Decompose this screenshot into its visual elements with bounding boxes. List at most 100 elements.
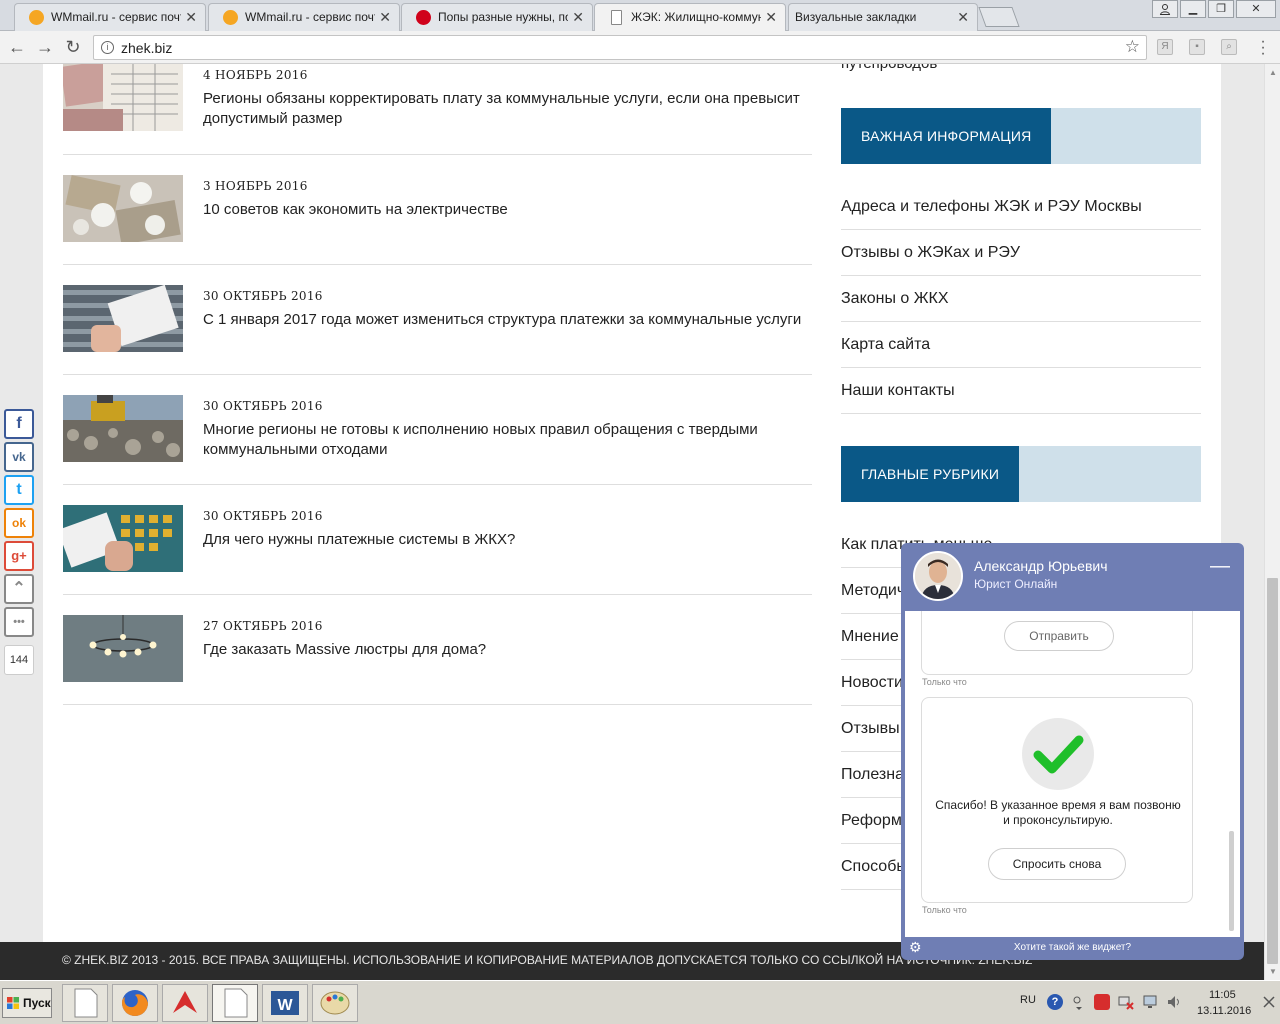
monitor-icon[interactable] — [1142, 994, 1158, 1010]
scroll-down-arrow-icon[interactable]: ▼ — [1269, 967, 1277, 976]
browser-tab[interactable]: WMmail.ru - сервис почтов ✕ — [14, 3, 206, 31]
twitter-icon: t — [16, 481, 22, 498]
chat-messages: Отправить Только что Спасибо! В указанно… — [905, 611, 1240, 937]
thanks-message: Спасибо! В указанное время я вам позвоню… — [935, 798, 1181, 827]
news-title-link[interactable]: 10 советов как экономить на электричеств… — [203, 200, 803, 220]
keyboard-language[interactable]: RU — [1020, 994, 1036, 1006]
chat-scrollbar[interactable] — [1229, 831, 1234, 931]
page-favicon-icon — [611, 10, 622, 25]
help-icon[interactable]: ? — [1047, 994, 1063, 1010]
clock-date[interactable]: 13.11.2016 — [1197, 1005, 1251, 1017]
close-tab-icon[interactable]: ✕ — [765, 9, 777, 26]
vk-share-button[interactable]: vk — [4, 442, 34, 472]
news-item[interactable]: 30 ОКТЯБРЬ 2016 Для чего нужны платежные… — [63, 485, 812, 595]
svg-text:W: W — [277, 997, 293, 1014]
tab-title: ЖЭК: Жилищно-коммунал — [631, 10, 761, 24]
documents-taskbar-icon[interactable] — [62, 984, 108, 1022]
minimize-chat-icon[interactable]: — — [1210, 555, 1230, 578]
news-thumbnail[interactable] — [63, 175, 183, 242]
reload-icon[interactable]: ↻ — [62, 37, 84, 57]
url-text[interactable]: zhek.biz — [121, 40, 172, 56]
tab-title: WMmail.ru - сервис почтов — [245, 10, 375, 24]
paint-taskbar-icon[interactable] — [312, 984, 358, 1022]
tray-expand-icon[interactable] — [1262, 995, 1276, 1009]
new-tab-button[interactable] — [978, 7, 1020, 27]
browser-tab[interactable]: Визуальные закладки ✕ — [788, 3, 978, 31]
news-thumbnail[interactable] — [63, 505, 183, 572]
forward-arrow-icon[interactable]: → — [34, 37, 56, 57]
news-date: 30 ОКТЯБРЬ 2016 — [203, 399, 323, 413]
scrollbar-thumb[interactable] — [1267, 578, 1278, 964]
close-window-icon[interactable]: ✕ — [1236, 0, 1276, 18]
browser-menu-icon[interactable]: · · · — [1260, 34, 1266, 62]
news-item[interactable]: 4 НОЯБРЬ 2016 Регионы обязаны корректиро… — [63, 64, 812, 155]
news-item[interactable]: 3 НОЯБРЬ 2016 10 советов как экономить н… — [63, 155, 812, 265]
widget-heading-label: ГЛАВНЫЕ РУБРИКИ — [841, 446, 1020, 502]
sidebar-link[interactable]: Карта сайта — [841, 322, 1201, 368]
search-extension-icon[interactable]: ⌕ — [1221, 39, 1237, 55]
tray-app-icon[interactable] — [1094, 994, 1110, 1010]
start-button[interactable]: Пуск — [2, 988, 52, 1018]
sidebar-link[interactable]: Адреса и телефоны ЖЭК и РЭУ Москвы — [841, 184, 1201, 230]
google-plus-share-button[interactable]: g+ — [4, 541, 34, 571]
close-tab-icon[interactable]: ✕ — [185, 9, 197, 26]
news-date: 30 ОКТЯБРЬ 2016 — [203, 289, 323, 303]
page-scrollbar[interactable]: ▲ ▼ — [1264, 64, 1280, 980]
close-tab-icon[interactable]: ✕ — [957, 9, 969, 26]
browser-tab-active[interactable]: ЖЭК: Жилищно-коммунал ✕ — [594, 3, 786, 32]
news-title-link[interactable]: Для чего нужны платежные системы в ЖКХ? — [203, 530, 803, 550]
news-item[interactable]: 30 ОКТЯБРЬ 2016 Многие регионы не готовы… — [63, 375, 812, 485]
word-taskbar-icon[interactable]: W — [262, 984, 308, 1022]
tray-options-icon[interactable] — [1071, 994, 1087, 1010]
info-icon[interactable]: i — [101, 41, 114, 54]
news-title-link[interactable]: Где заказать Massive люстры для дома? — [203, 640, 803, 660]
extension-icon[interactable]: ▪ — [1189, 39, 1205, 55]
twitter-share-button[interactable]: t — [4, 475, 34, 505]
scroll-up-arrow-icon[interactable]: ▲ — [1269, 68, 1277, 77]
minimize-window-icon[interactable]: ▁ — [1180, 0, 1206, 18]
share-count: 144 — [4, 645, 34, 675]
news-thumbnail[interactable] — [63, 64, 183, 131]
sidebar-cut-text[interactable]: путепроводов — [841, 64, 937, 72]
tab-title: WMmail.ru - сервис почтов — [51, 10, 181, 24]
scroll-up-button[interactable]: ⌃ — [4, 574, 34, 604]
ask-again-button[interactable]: Спросить снова — [988, 848, 1126, 880]
news-date: 4 НОЯБРЬ 2016 — [203, 68, 308, 82]
news-title-link[interactable]: Регионы обязаны корректировать плату за … — [203, 89, 803, 129]
bookmark-star-icon[interactable]: ☆ — [1125, 37, 1140, 57]
send-button[interactable]: Отправить — [1004, 621, 1114, 651]
news-title-link[interactable]: Многие регионы не готовы к исполнению но… — [203, 420, 803, 460]
news-thumbnail[interactable] — [63, 285, 183, 352]
restore-window-icon[interactable]: ❐ — [1208, 0, 1234, 18]
news-title-link[interactable]: С 1 января 2017 года может измениться ст… — [203, 310, 803, 330]
back-arrow-icon[interactable]: ← — [6, 37, 28, 57]
sidebar-link[interactable]: Законы о ЖКХ — [841, 276, 1201, 322]
clock-time[interactable]: 11:05 — [1209, 989, 1236, 1001]
volume-icon[interactable] — [1166, 994, 1182, 1010]
news-thumbnail[interactable] — [63, 615, 183, 682]
get-widget-link[interactable]: Хотите такой же виджет? — [901, 942, 1244, 953]
address-bar[interactable]: i zhek.biz ☆ — [93, 35, 1147, 60]
extension-icon[interactable]: Я — [1157, 39, 1173, 55]
app-taskbar-icon[interactable] — [162, 984, 208, 1022]
chat-thanks-bubble: Спасибо! В указанное время я вам позвоню… — [921, 697, 1193, 903]
windows-flag-icon — [7, 997, 19, 1009]
browser-tab[interactable]: Попы разные нужны, поп ✕ — [401, 3, 593, 31]
user-icon[interactable] — [1152, 0, 1178, 18]
chat-form-bubble: Отправить — [921, 611, 1193, 675]
firefox-taskbar-icon[interactable] — [112, 984, 158, 1022]
notepad-taskbar-icon[interactable] — [212, 984, 258, 1022]
news-thumbnail[interactable] — [63, 395, 183, 462]
close-tab-icon[interactable]: ✕ — [572, 9, 584, 26]
more-share-button[interactable]: ••• — [4, 607, 34, 637]
odnoklassniki-share-button[interactable]: ok — [4, 508, 34, 538]
network-icon[interactable] — [1118, 994, 1134, 1010]
facebook-share-button[interactable]: f — [4, 409, 34, 439]
close-tab-icon[interactable]: ✕ — [379, 9, 391, 26]
news-item[interactable]: 27 ОКТЯБРЬ 2016 Где заказать Massive люс… — [63, 595, 812, 705]
sidebar-link[interactable]: Отзывы о ЖЭКах и РЭУ — [841, 230, 1201, 276]
news-item[interactable]: 30 ОКТЯБРЬ 2016 С 1 января 2017 года мож… — [63, 265, 812, 375]
sidebar-link[interactable]: Наши контакты — [841, 368, 1201, 414]
wmmail-favicon-icon — [223, 10, 238, 25]
browser-tab[interactable]: WMmail.ru - сервис почтов ✕ — [208, 3, 400, 31]
